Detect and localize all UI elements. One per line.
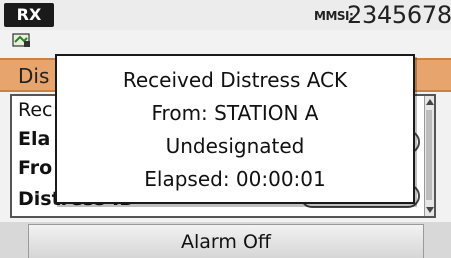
list-item: Rec bbox=[18, 99, 53, 121]
mmsi-value: 23456789 bbox=[347, 1, 451, 29]
softkey-bar: Alarm Off bbox=[0, 222, 451, 258]
list-item: Fro bbox=[18, 157, 53, 179]
scroll-down-arrow-icon[interactable] bbox=[426, 207, 434, 213]
rx-indicator: RX bbox=[4, 3, 54, 27]
list-item: Ela bbox=[18, 128, 51, 150]
popup-message-line: Undesignated bbox=[165, 134, 305, 158]
scroll-thumb[interactable] bbox=[426, 110, 432, 200]
popup-message-line: From: STATION A bbox=[151, 101, 319, 125]
scroll-up-arrow-icon[interactable] bbox=[426, 99, 434, 105]
radio-screen: RX MMSI: 23456789 Dis Rec Ela Fro Distre… bbox=[0, 0, 451, 258]
icon-row bbox=[0, 30, 451, 52]
scrollbar[interactable] bbox=[424, 96, 434, 216]
sd-card-icon bbox=[12, 32, 32, 52]
distress-ack-popup: Received Distress ACK From: STATION A Un… bbox=[55, 54, 415, 204]
alarm-off-button[interactable]: Alarm Off bbox=[28, 224, 424, 258]
popup-message-line: Elapsed: 00:00:01 bbox=[144, 167, 326, 191]
status-bar: RX MMSI: 23456789 bbox=[0, 0, 451, 30]
screen-title: Dis bbox=[18, 64, 50, 88]
popup-message-line: Received Distress ACK bbox=[122, 68, 348, 92]
